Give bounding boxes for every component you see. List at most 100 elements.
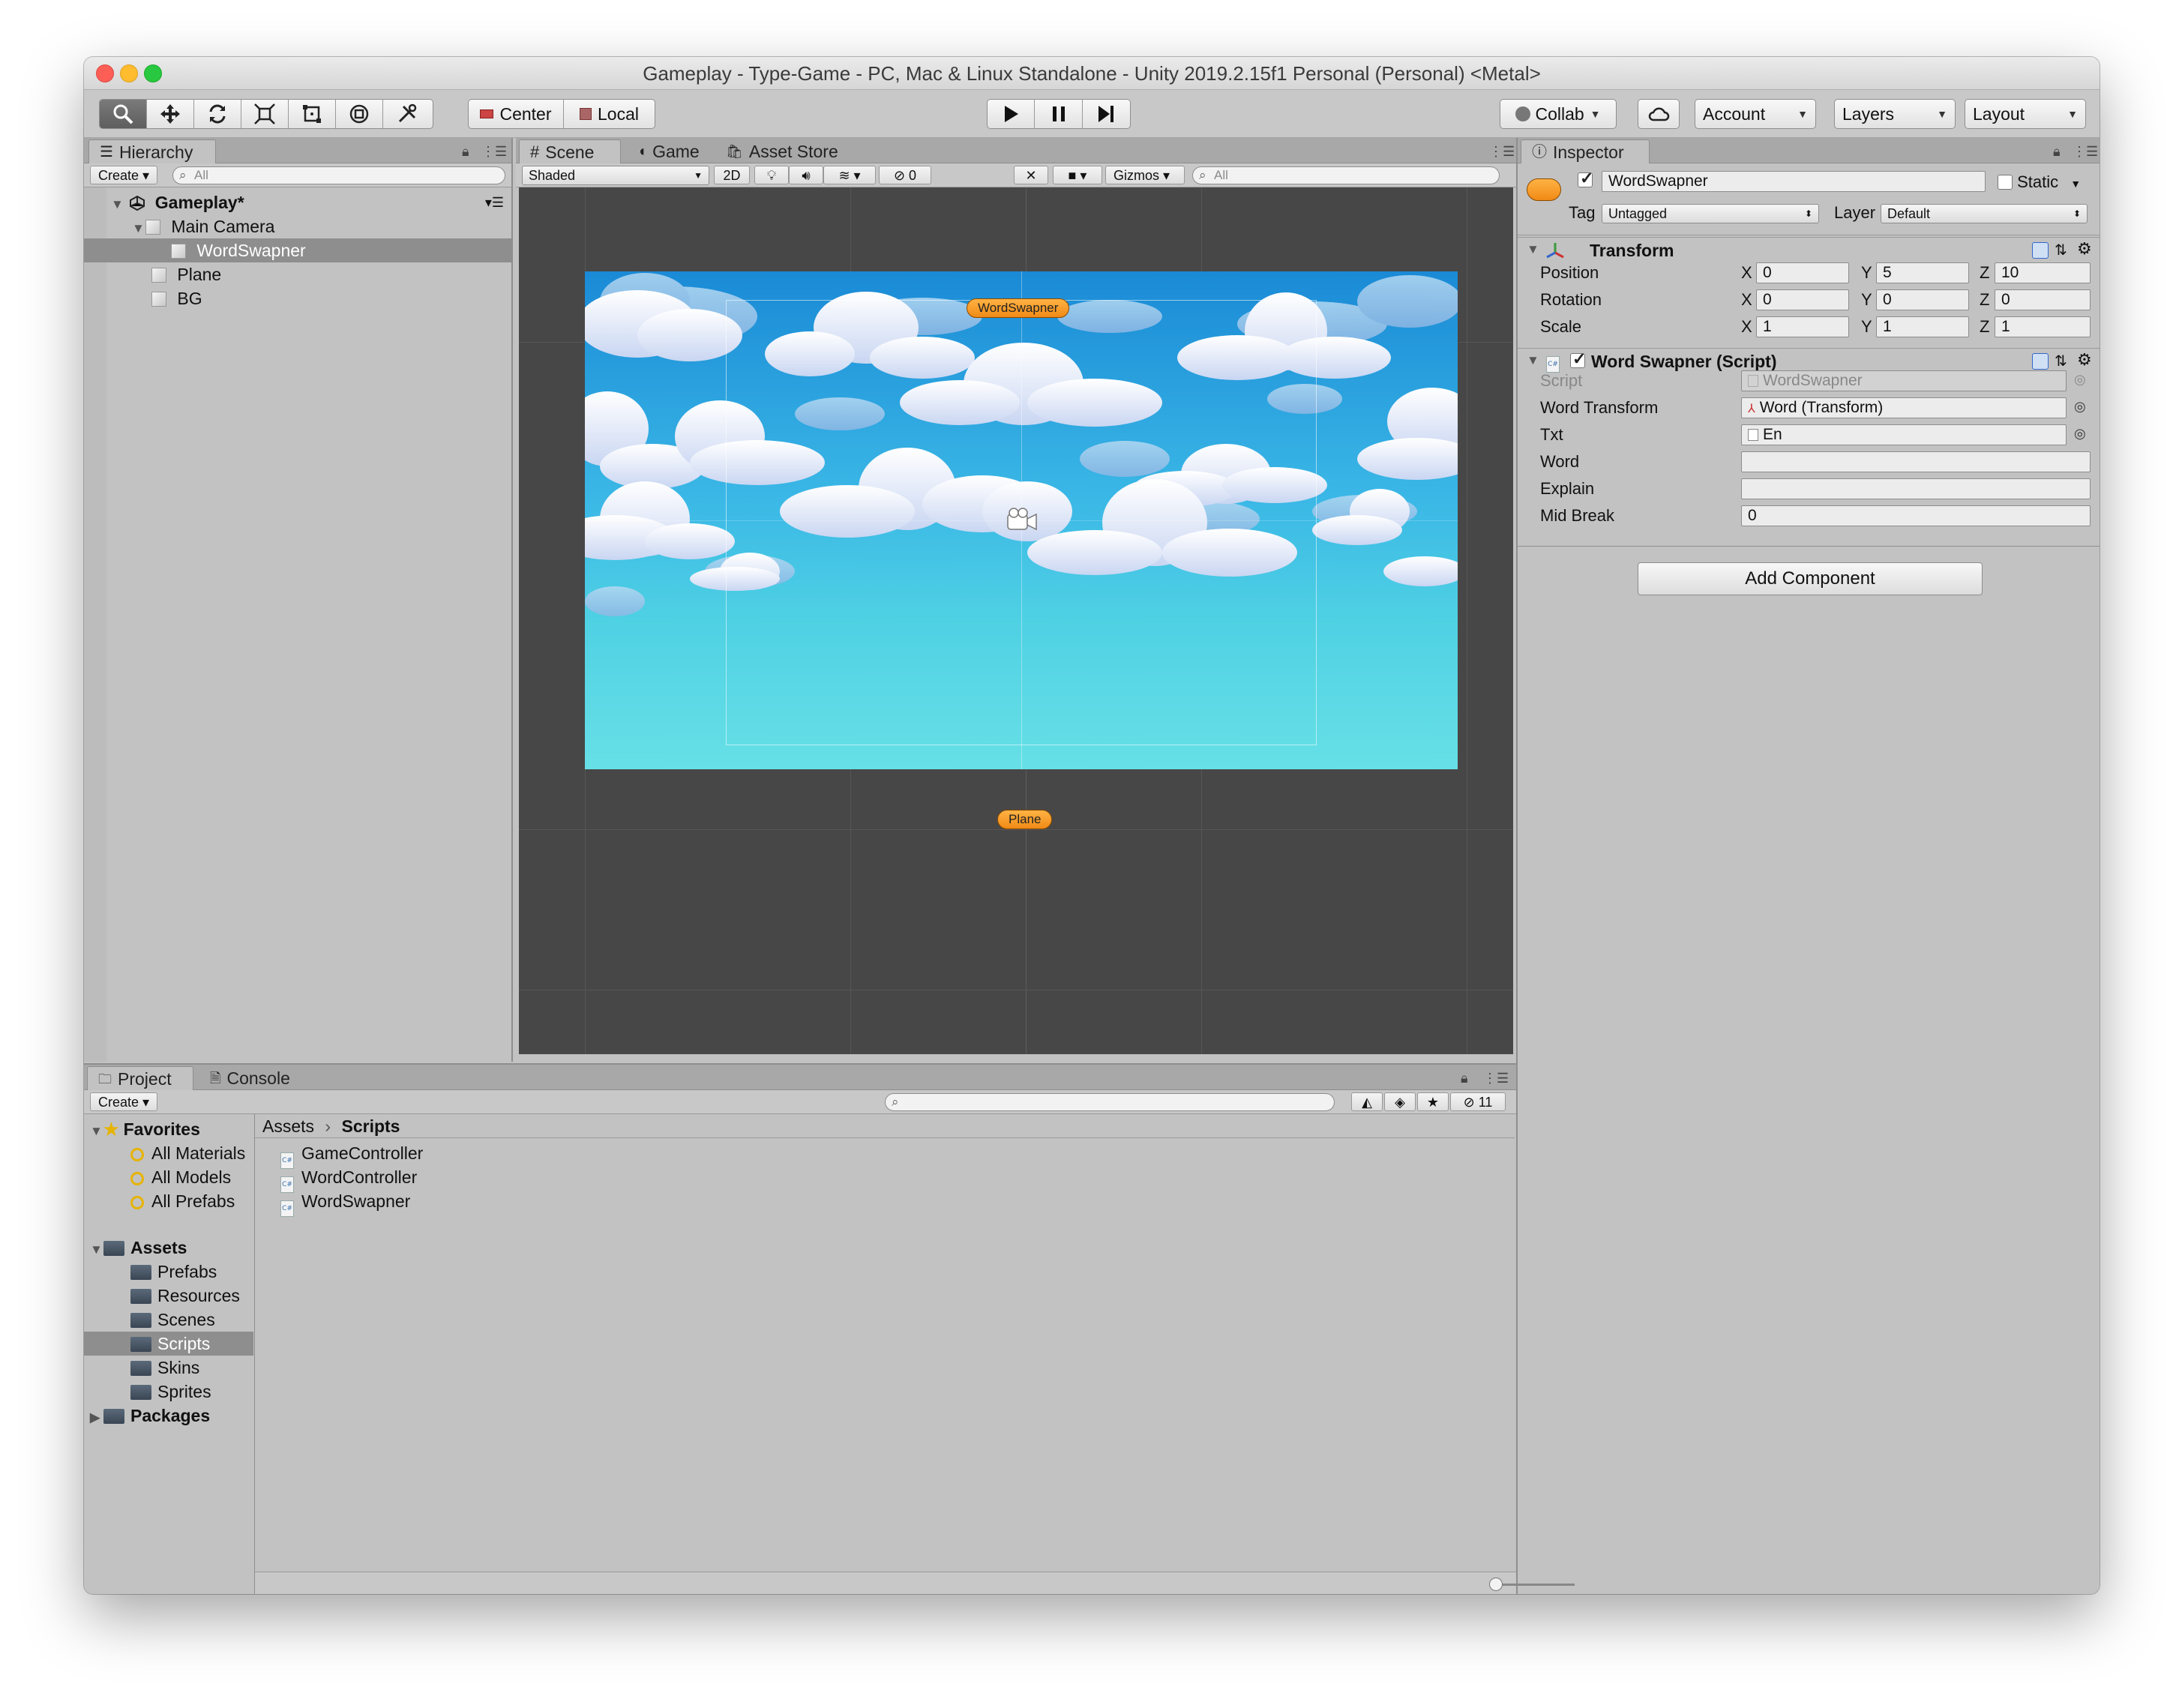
rotation-x-field[interactable]: 0 (1756, 289, 1849, 310)
effects-dropdown[interactable]: ≋ ▾ (823, 166, 876, 184)
move-tool-button[interactable] (147, 100, 194, 128)
favorite-item-all-models[interactable]: All Models (84, 1165, 231, 1189)
component-enabled-checkbox[interactable] (1570, 349, 1586, 370)
scene-tools-button[interactable]: ✕ (1014, 166, 1048, 184)
collab-dropdown[interactable]: Collab ▼ (1500, 99, 1617, 129)
panel-menu-icon[interactable]: ⋮☰ (1483, 1071, 1509, 1086)
favorite-item-all-materials[interactable]: All Materials (84, 1141, 245, 1165)
project-create-button[interactable]: Create ▾ (90, 1092, 158, 1111)
position-z-field[interactable]: 10 (1995, 262, 2091, 283)
panel-menu-icon[interactable]: ⋮☰ (2073, 144, 2098, 160)
breadcrumb-scripts[interactable]: Scripts (341, 1116, 400, 1136)
lighting-toggle[interactable]: 💡︎ (754, 166, 789, 184)
transform-header[interactable]: ▼ Transform ⇅ ⚙︎ (1518, 237, 2100, 264)
hand-tool-button[interactable] (100, 100, 147, 128)
rotation-y-field[interactable]: 0 (1876, 289, 1969, 310)
scene-viewport[interactable]: WordSwapner Plane (519, 187, 1513, 1054)
project-search-input[interactable]: ⌕ (885, 1093, 1335, 1111)
step-button[interactable] (1083, 100, 1130, 128)
hierarchy-item-plane[interactable]: Plane (84, 262, 511, 286)
folder-item-sprites[interactable]: Sprites (84, 1380, 211, 1404)
favorite-item-all-prefabs[interactable]: All Prefabs (84, 1189, 235, 1213)
txt-field[interactable]: En (1741, 424, 2067, 445)
rotation-z-field[interactable]: 0 (1995, 289, 2091, 310)
scale-z-field[interactable]: 1 (1995, 316, 2091, 337)
object-picker-icon[interactable]: ◎ (2074, 426, 2086, 442)
rect-tool-button[interactable] (289, 100, 336, 128)
object-picker-icon[interactable]: ◎ (2074, 399, 2086, 415)
folder-item-scenes[interactable]: Scenes (84, 1308, 215, 1332)
shading-mode-dropdown[interactable]: Shaded ▼ (522, 166, 709, 185)
favorites-button[interactable]: ★ (1417, 1092, 1449, 1111)
layout-dropdown[interactable]: Layout ▼ (1965, 99, 2086, 129)
tab-console[interactable]: 🗎 Console (199, 1066, 301, 1090)
panel-menu-icon[interactable]: ⋮☰ (481, 144, 507, 160)
static-toggle[interactable]: Static ▼ (1998, 172, 2081, 192)
tab-inspector[interactable]: ⓘ Inspector (1521, 139, 1650, 163)
hierarchy-item-wordswapner[interactable]: WordSwapner (84, 238, 511, 262)
cloud-button[interactable] (1638, 99, 1680, 129)
hidden-objects-toggle[interactable]: ⊘ 0 (879, 166, 931, 184)
tab-scene[interactable]: # Scene (519, 139, 621, 163)
word-field[interactable] (1741, 451, 2091, 472)
pivot-local-button[interactable]: Local (564, 100, 655, 128)
add-component-button[interactable]: Add Component (1638, 562, 1983, 595)
rotate-tool-button[interactable] (194, 100, 241, 128)
camera-dropdown[interactable]: ■ ▾ (1053, 166, 1102, 184)
account-dropdown[interactable]: Account ▼ (1695, 99, 1816, 129)
file-item-gamecontroller[interactable]: C# GameController (280, 1141, 423, 1169)
object-name-input[interactable]: WordSwapner (1602, 171, 1986, 192)
lock-icon[interactable]: 🔒︎ (462, 144, 469, 160)
gear-icon[interactable]: ⚙︎ (2077, 239, 2092, 259)
scene-search-input[interactable]: ⌕ All (1192, 166, 1500, 184)
play-button[interactable] (988, 100, 1036, 128)
breadcrumb-assets[interactable]: Assets (262, 1116, 314, 1136)
favorites-root[interactable]: ▼★ Favorites (84, 1117, 200, 1141)
2d-toggle-button[interactable]: 2D (714, 166, 750, 184)
layers-dropdown[interactable]: Layers ▼ (1834, 99, 1956, 129)
scale-tool-button[interactable] (241, 100, 289, 128)
tab-asset-store[interactable]: 🛍︎ Asset Store (715, 139, 849, 163)
lock-icon[interactable]: 🔒︎ (1461, 1071, 1468, 1086)
position-x-field[interactable]: 0 (1756, 262, 1849, 283)
panel-menu-icon[interactable]: ⋮☰ (1489, 144, 1515, 160)
hidden-packages-toggle[interactable]: ⊘ 11 (1450, 1092, 1506, 1111)
hierarchy-create-button[interactable]: Create ▾ (90, 166, 158, 184)
word-transform-field[interactable]: ⅄ Word (Transform) (1741, 397, 2067, 418)
wordswapner-scene-label[interactable]: WordSwapner (967, 298, 1070, 318)
filter-by-type-button[interactable]: ◭ (1351, 1092, 1383, 1111)
lock-icon[interactable]: 🔒︎ (2053, 144, 2061, 160)
plane-scene-label[interactable]: Plane (997, 810, 1053, 829)
transform-tool-button[interactable] (336, 100, 383, 128)
folder-item-resources[interactable]: Resources (84, 1284, 240, 1308)
audio-toggle[interactable]: 🔊︎ (789, 166, 823, 184)
bg-sky-sprite[interactable] (585, 271, 1458, 769)
camera-gizmo-icon[interactable] (1005, 505, 1039, 535)
explain-field[interactable] (1741, 478, 2091, 499)
folder-item-prefabs[interactable]: Prefabs (84, 1260, 217, 1284)
hierarchy-search-input[interactable]: ⌕ All (172, 166, 505, 184)
hierarchy-item-bg[interactable]: BG (84, 286, 511, 310)
scale-y-field[interactable]: 1 (1876, 316, 1969, 337)
filter-by-label-button[interactable]: ◈ (1384, 1092, 1416, 1111)
mid-break-field[interactable]: 0 (1741, 505, 2091, 526)
layer-dropdown[interactable]: Default ⬍ (1881, 204, 2088, 223)
folder-item-scripts[interactable]: Scripts (84, 1332, 253, 1356)
gameobject-label-icon[interactable] (1527, 178, 1561, 201)
tab-hierarchy[interactable]: ☰ Hierarchy (88, 139, 216, 163)
scene-root-row[interactable]: ▼ Gameplay* ▾☰ (84, 190, 511, 214)
file-item-wordcontroller[interactable]: C# WordController (280, 1165, 417, 1193)
hierarchy-item-main-camera[interactable]: ▼ Main Camera (84, 214, 511, 238)
assets-root[interactable]: ▼ Assets (84, 1236, 187, 1260)
folder-item-skins[interactable]: Skins (84, 1356, 199, 1380)
preset-sliders-icon[interactable]: ⇅ (2055, 241, 2067, 259)
pause-button[interactable] (1035, 100, 1083, 128)
tab-project[interactable]: 🗀 Project (87, 1066, 193, 1090)
preset-sliders-icon[interactable]: ⇅ (2055, 352, 2067, 370)
help-book-icon[interactable] (2032, 353, 2049, 370)
icon-size-slider-track[interactable] (1492, 1584, 1575, 1586)
help-book-icon[interactable] (2032, 242, 2049, 259)
tag-dropdown[interactable]: Untagged ⬍ (1602, 204, 1819, 223)
gear-icon[interactable]: ⚙︎ (2077, 350, 2092, 370)
scale-x-field[interactable]: 1 (1756, 316, 1849, 337)
